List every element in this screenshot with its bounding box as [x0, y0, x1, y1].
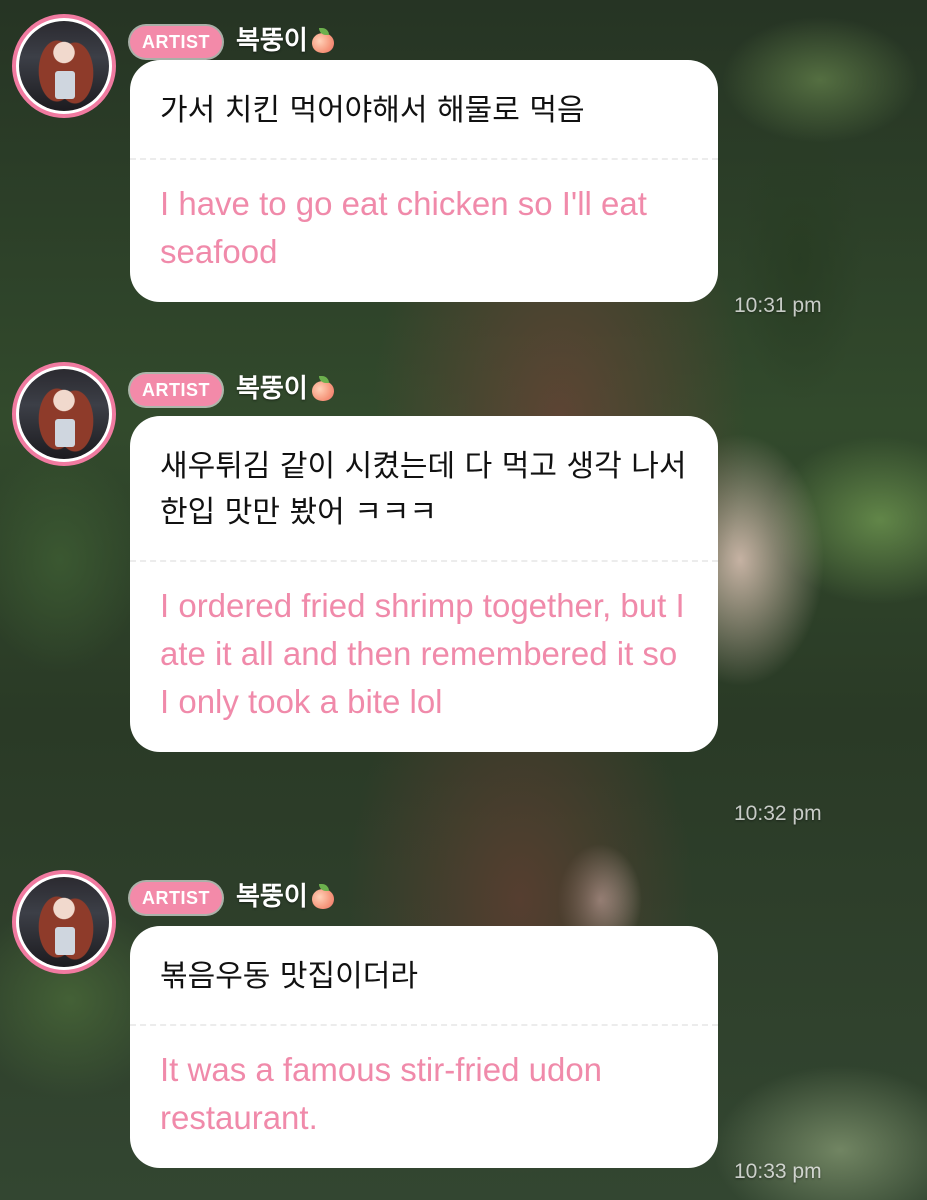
timestamp: 10:31 pm: [734, 294, 822, 317]
message-bubble[interactable]: 새우튀김 같이 시켰는데 다 먹고 생각 나서 한입 맛만 봤어 ㅋㅋㅋ I o…: [130, 416, 718, 752]
artist-avatar[interactable]: [12, 870, 116, 974]
peach-icon: [310, 28, 336, 54]
username-text: 복뚱이: [236, 374, 308, 404]
original-text: 볶음우동 맛집이더라: [160, 959, 418, 994]
message-bubble[interactable]: 가서 치킨 먹어야해서 해물로 먹음 I have to go eat chic…: [130, 60, 718, 302]
translation-divider: [130, 158, 718, 160]
username[interactable]: 복뚱이: [236, 372, 336, 406]
artist-avatar[interactable]: [12, 362, 116, 466]
original-text: 가서 치킨 먹어야해서 해물로 먹음: [160, 93, 585, 128]
peach-icon: [310, 884, 336, 910]
artist-badge: ARTIST: [130, 26, 222, 58]
username[interactable]: 복뚱이: [236, 24, 336, 58]
translation-text: It was a famous stir-fried udon restaura…: [160, 1051, 603, 1136]
translation-divider: [130, 560, 718, 562]
artist-badge: ARTIST: [130, 374, 222, 406]
artist-badge: ARTIST: [130, 882, 222, 914]
avatar-photo: [19, 21, 109, 111]
timestamp: 10:33 pm: [734, 1160, 822, 1183]
timestamp: 10:32 pm: [734, 802, 822, 825]
artist-avatar[interactable]: [12, 14, 116, 118]
peach-icon: [310, 376, 336, 402]
avatar-photo: [19, 877, 109, 967]
message-bubble[interactable]: 볶음우동 맛집이더라 It was a famous stir-fried ud…: [130, 926, 718, 1168]
avatar-photo: [19, 369, 109, 459]
username[interactable]: 복뚱이: [236, 880, 336, 914]
username-text: 복뚱이: [236, 882, 308, 912]
translation-divider: [130, 1024, 718, 1026]
translation-text: I ordered fried shrimp together, but I a…: [160, 587, 685, 720]
translation-text: I have to go eat chicken so I'll eat sea…: [160, 185, 647, 270]
original-text: 새우튀김 같이 시켰는데 다 먹고 생각 나서 한입 맛만 봤어 ㅋㅋㅋ: [160, 449, 687, 530]
username-text: 복뚱이: [236, 26, 308, 56]
